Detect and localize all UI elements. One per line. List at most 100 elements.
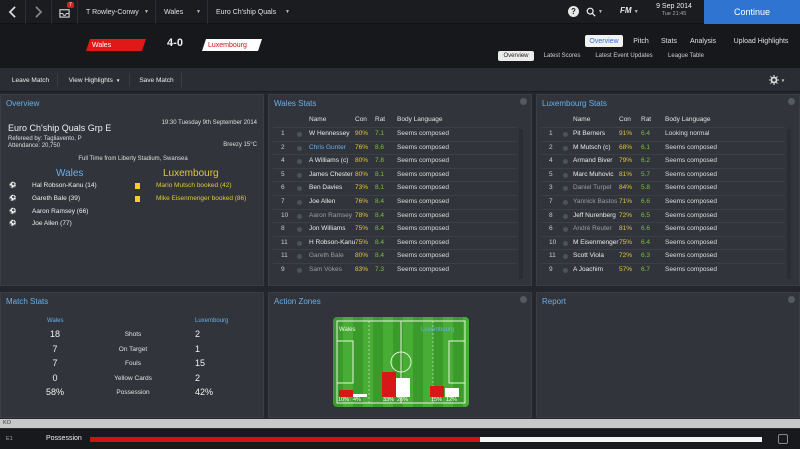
- rating-value: 6.2: [641, 157, 651, 165]
- fm-menu[interactable]: FM ▼: [620, 6, 639, 15]
- rating-value: 7.1: [375, 130, 385, 137]
- table-row[interactable]: 8 Jeff Nurenberg 72% 6.5 Seems composed: [541, 208, 785, 221]
- table-row[interactable]: 1 Pit Berners 91% 6.4 Looking normal: [541, 127, 785, 139]
- table-row[interactable]: 10 M Eisenmenger 75% 6.4 Seems composed: [541, 235, 785, 248]
- col-con[interactable]: Con: [355, 116, 367, 123]
- body-language: Seems composed: [665, 266, 718, 273]
- panel-options-icon[interactable]: [520, 98, 527, 105]
- game-date[interactable]: 9 Sep 2014 Tue 21:45: [652, 3, 696, 17]
- help-icon[interactable]: ?: [568, 6, 579, 17]
- col-name[interactable]: Name: [573, 116, 590, 123]
- chevron-down-icon: ▼: [115, 77, 121, 83]
- competition-title: Euro Ch'ship Quals Grp E: [8, 123, 112, 133]
- player-name: Pit Berners: [573, 130, 606, 137]
- table-row[interactable]: 2 Chris Gunter 76% 8.6 Seems composed: [273, 140, 517, 153]
- tab-stats[interactable]: Stats: [656, 35, 682, 47]
- pitch-home-label: Wales: [339, 327, 356, 333]
- expand-icon[interactable]: [778, 434, 788, 444]
- table-row[interactable]: 7 Yannick Bastos 71% 6.6 Seems composed: [541, 195, 785, 207]
- search-button[interactable]: ▼: [586, 4, 608, 20]
- manager-breadcrumb[interactable]: T Rowley-Conwy ▼: [78, 0, 156, 24]
- table-row[interactable]: 4 Armand Biver 79% 6.2 Seems composed: [541, 154, 785, 166]
- subtab-overview[interactable]: Overview: [498, 51, 534, 61]
- home-team-badge[interactable]: Wales: [86, 39, 146, 51]
- away-team-heading: Luxembourg: [163, 168, 219, 179]
- subtab-latest-scores[interactable]: Latest Scores: [537, 51, 587, 61]
- scrollbar[interactable]: [519, 129, 523, 279]
- save-match-button[interactable]: Save Match: [132, 73, 182, 87]
- back-button[interactable]: [0, 0, 26, 24]
- tab-upload-highlights[interactable]: Upload Highlights: [726, 35, 796, 47]
- tab-overview[interactable]: Overview: [585, 35, 623, 47]
- table-row[interactable]: 4 A Williams (c) 80% 7.8 Seems composed: [273, 154, 517, 166]
- table-row[interactable]: 5 Marc Muhovic 81% 5.7 Seems composed: [541, 167, 785, 180]
- squad-number: 10: [281, 211, 289, 219]
- col-rat[interactable]: Rat: [375, 116, 385, 123]
- home-event: Gareth Bale (39): [32, 195, 81, 202]
- rating-value: 8.1: [375, 170, 385, 178]
- scrollbar[interactable]: [787, 129, 791, 279]
- ko-label: KO: [3, 420, 11, 426]
- panel-options-icon[interactable]: [520, 296, 527, 303]
- table-row[interactable]: 11 Scott Viola 72% 6.3 Seems composed: [541, 249, 785, 261]
- subtab-latest-event-updates[interactable]: Latest Event Updates: [588, 51, 660, 61]
- player-name: Jon Williams: [309, 225, 346, 233]
- col-rat[interactable]: Rat: [641, 116, 651, 123]
- table-row[interactable]: 9 A Joachim 57% 6.7 Seems composed: [541, 263, 785, 275]
- team-breadcrumb[interactable]: Wales ▼: [156, 0, 208, 24]
- view-highlights-button[interactable]: View Highlights ▼: [60, 73, 130, 87]
- table-row[interactable]: 1 W Hennessey 90% 7.1 Seems composed: [273, 127, 517, 139]
- col-con[interactable]: Con: [619, 116, 631, 123]
- rating-value: 8.6: [375, 143, 385, 151]
- panel-options-icon[interactable]: [788, 296, 795, 303]
- table-row[interactable]: 3 Daniel Turpel 84% 5.8 Seems composed: [541, 181, 785, 193]
- tab-pitch[interactable]: Pitch: [628, 35, 654, 47]
- away-team-name: Luxembourg: [208, 41, 247, 49]
- table-row[interactable]: 11 H Robson-Kanu 75% 8.4 Seems composed: [273, 235, 517, 248]
- leave-match-button[interactable]: Leave Match: [4, 73, 58, 87]
- inbox-count-badge: 7: [67, 2, 74, 8]
- table-row[interactable]: 11 Gareth Bale 80% 8.4 Seems composed: [273, 249, 517, 261]
- condition-value: 72%: [619, 211, 633, 219]
- body-language: Seems composed: [665, 225, 718, 233]
- col-name[interactable]: Name: [309, 116, 326, 123]
- col-body-language[interactable]: Body Language: [665, 116, 711, 123]
- match-stats-panel: Match Stats Wales Luxembourg 18 Shots 2 7 On…: [0, 292, 264, 418]
- table-row[interactable]: 7 Joe Allen 76% 8.4 Seems composed: [273, 195, 517, 207]
- team-name: Wales: [164, 8, 184, 16]
- body-language: Seems composed: [397, 143, 450, 151]
- table-row[interactable]: 6 André Reuter 81% 6.6 Seems composed: [541, 222, 785, 234]
- player-name: André Reuter: [573, 225, 612, 233]
- panel-options-icon[interactable]: [788, 98, 795, 105]
- status-dot-icon: [297, 159, 302, 165]
- forward-button[interactable]: [26, 0, 52, 24]
- table-row[interactable]: 5 James Chester 80% 8.1 Seems composed: [273, 167, 517, 180]
- competition-breadcrumb[interactable]: Euro Ch'ship Quals ▼: [208, 0, 296, 24]
- status-dot-icon: [563, 186, 568, 192]
- body-language: Looking normal: [665, 130, 710, 137]
- inbox-button[interactable]: 7: [52, 0, 78, 24]
- status-dot-icon: [297, 268, 302, 273]
- table-row[interactable]: 2 M Mutsch (c) 68% 6.1 Seems composed: [541, 140, 785, 153]
- home-stat-value: 18: [49, 329, 60, 339]
- settings-button[interactable]: ▼: [762, 73, 792, 87]
- col-body-language[interactable]: Body Language: [397, 116, 443, 123]
- rating-value: 6.6: [641, 198, 651, 205]
- condition-value: 91%: [619, 130, 633, 137]
- weather-text: Breezy 15°C: [223, 142, 257, 148]
- table-row[interactable]: 8 Jon Williams 75% 8.4 Seems composed: [273, 222, 517, 234]
- table-row[interactable]: 9 Sam Vokes 83% 7.3 Seems composed: [273, 263, 517, 275]
- continue-button[interactable]: Continue: [704, 0, 800, 24]
- table-row[interactable]: 10 Aaron Ramsey 78% 8.4 Seems composed: [273, 208, 517, 221]
- table-row[interactable]: 6 Ben Davies 73% 8.1 Seems composed: [273, 181, 517, 193]
- status-dot-icon: [297, 240, 302, 246]
- timeline-scrollbar[interactable]: KO: [0, 419, 800, 428]
- luxembourg-stats-title: Luxembourg Stats: [542, 99, 607, 108]
- rating-value: 6.6: [641, 225, 651, 233]
- tab-analysis[interactable]: Analysis: [686, 35, 720, 47]
- condition-value: 72%: [619, 252, 633, 260]
- away-team-badge[interactable]: Luxembourg: [202, 39, 262, 51]
- subtab-league-table[interactable]: League Table: [662, 51, 710, 61]
- status-dot-icon: [563, 213, 568, 219]
- chevron-down-icon: ▼: [598, 9, 603, 15]
